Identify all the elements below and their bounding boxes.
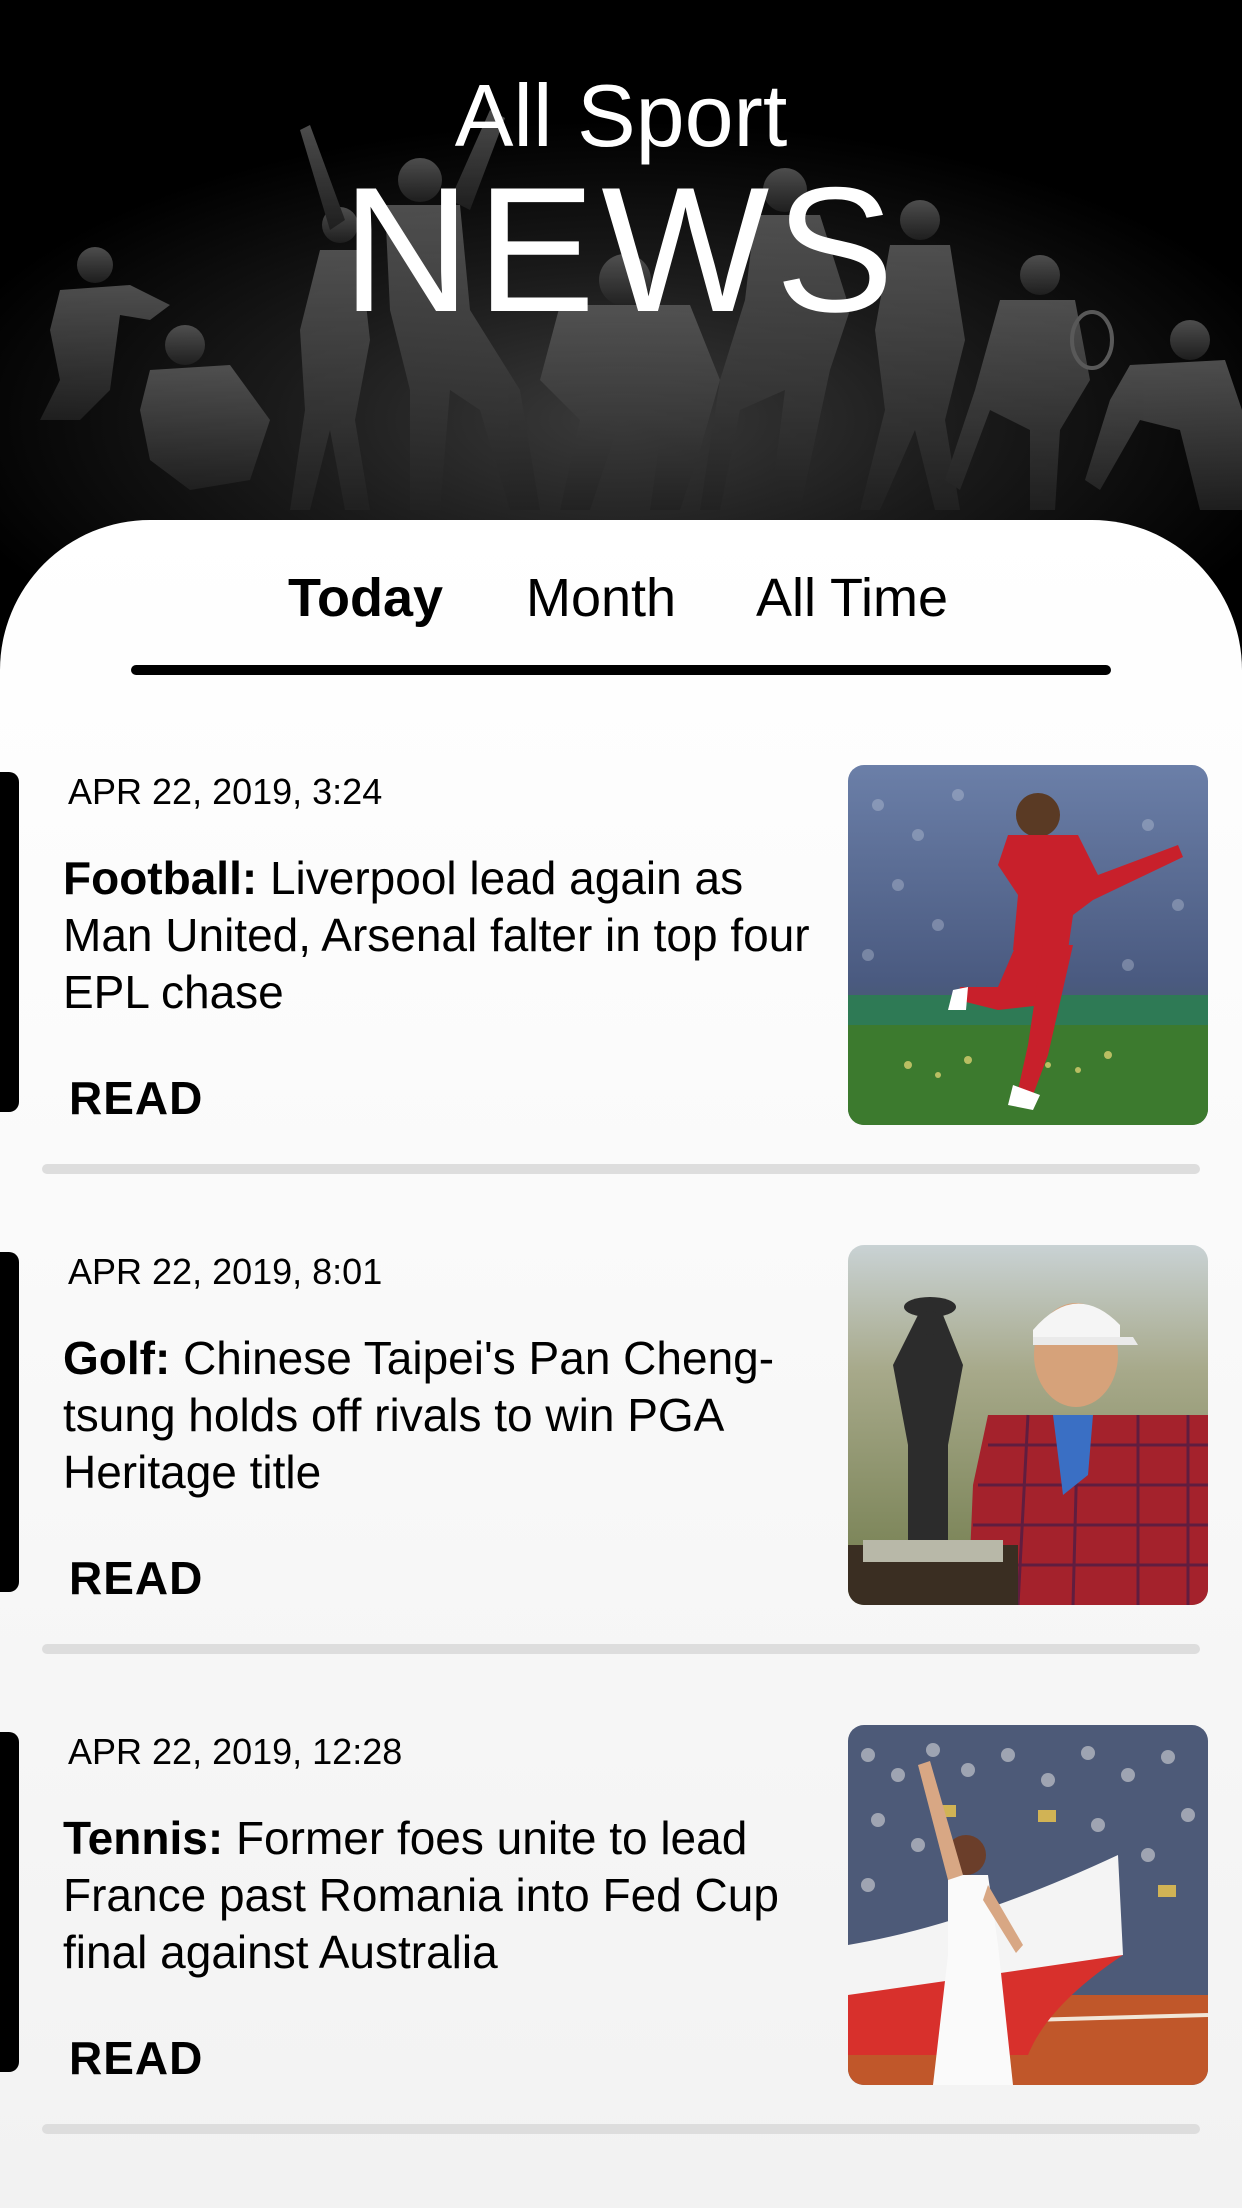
article-headline[interactable]: Football: Liverpool lead again as Man Un… bbox=[63, 850, 823, 1021]
tab-all-time[interactable]: All Time bbox=[756, 566, 948, 630]
article-date: APR 22, 2019, 8:01 bbox=[68, 1251, 383, 1292]
divider bbox=[42, 1164, 1200, 1174]
divider bbox=[42, 2124, 1200, 2134]
article-title: Chinese Taipei's Pan Cheng-tsung holds o… bbox=[63, 1332, 775, 1498]
read-button[interactable]: READ bbox=[69, 1070, 203, 1126]
football-photo[interactable] bbox=[848, 765, 1208, 1125]
article-date: APR 22, 2019, 3:24 bbox=[68, 771, 383, 812]
article-card[interactable]: APR 22, 2019, 8:01 Golf: Chinese Taipei'… bbox=[0, 1230, 1242, 1710]
tab-today[interactable]: Today bbox=[288, 566, 443, 630]
read-button[interactable]: READ bbox=[69, 1550, 203, 1606]
article-accent-bar bbox=[0, 772, 19, 1112]
article-card[interactable]: APR 22, 2019, 12:28 Tennis: Former foes … bbox=[0, 1710, 1242, 2190]
article-date: APR 22, 2019, 12:28 bbox=[68, 1731, 403, 1772]
article-accent-bar bbox=[0, 1252, 19, 1592]
article-category: Tennis: bbox=[63, 1812, 224, 1864]
app-title-big: NEWS bbox=[342, 150, 900, 349]
article-headline[interactable]: Tennis: Former foes unite to lead France… bbox=[63, 1810, 823, 1981]
divider bbox=[42, 1644, 1200, 1654]
golf-photo[interactable] bbox=[848, 1245, 1208, 1605]
article-headline[interactable]: Golf: Chinese Taipei's Pan Cheng-tsung h… bbox=[63, 1330, 823, 1501]
period-tabs: Today Month All Time bbox=[0, 546, 1242, 675]
read-button[interactable]: READ bbox=[69, 2030, 203, 2086]
article-accent-bar bbox=[0, 1732, 19, 2072]
article-card[interactable]: APR 22, 2019, 3:24 Football: Liverpool l… bbox=[0, 750, 1242, 1230]
tab-month[interactable]: Month bbox=[526, 566, 676, 630]
tab-underline bbox=[131, 665, 1111, 675]
article-category: Golf: bbox=[63, 1332, 171, 1384]
tennis-photo[interactable] bbox=[848, 1725, 1208, 2085]
content-sheet: Today Month All Time APR 22, 2019, 3:24 … bbox=[0, 520, 1242, 2208]
article-category: Football: bbox=[63, 852, 258, 904]
